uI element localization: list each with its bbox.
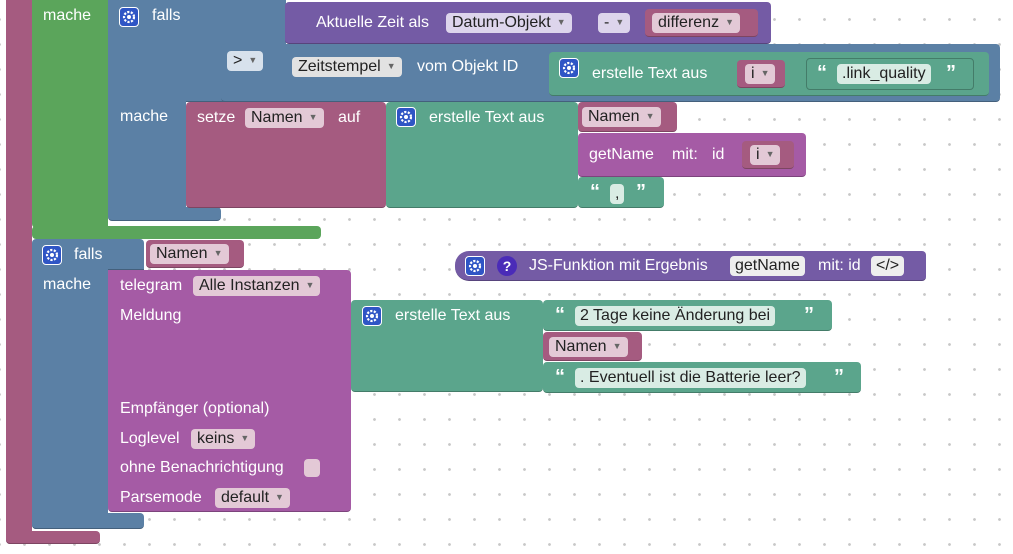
parsemode-label: Parsemode — [120, 489, 202, 506]
comma-field[interactable]: , — [610, 184, 625, 204]
differenz-dropdown[interactable]: differenz ▼ — [652, 13, 740, 33]
create-text-label-3: erstelle Text aus — [395, 307, 511, 324]
close-quote-icon: ” — [834, 366, 844, 388]
getname-label: getName — [589, 146, 654, 163]
second-mache-label: mache — [43, 276, 92, 293]
gear-icon[interactable] — [465, 256, 485, 276]
code-button[interactable]: </> — [871, 256, 905, 276]
id-label: id — [712, 146, 725, 163]
time-label: Aktuelle Zeit als — [316, 14, 429, 31]
gear-icon[interactable] — [396, 107, 416, 127]
loglevel-label: Loglevel — [120, 430, 180, 447]
empfaenger-label: Empfänger (optional) — [120, 400, 270, 417]
falls-label: falls — [152, 7, 181, 24]
create-text-label-1: erstelle Text aus — [592, 65, 708, 82]
open-quote-icon: “ — [555, 366, 565, 388]
open-quote-icon: “ — [555, 304, 565, 326]
compare-operator-dropdown[interactable]: > ▼ — [227, 51, 264, 71]
help-icon[interactable]: ? — [497, 256, 517, 276]
js-function-mit-label: mit: id — [818, 257, 861, 274]
namen-var-dropdown-3[interactable]: Namen ▼ — [549, 337, 628, 357]
mache-block-outer[interactable] — [32, 0, 108, 228]
condition-var-dropdown[interactable]: Namen ▼ — [150, 244, 229, 264]
second-falls-label: falls — [74, 246, 103, 263]
time-format-dropdown[interactable]: Datum-Objekt ▼ — [446, 13, 572, 33]
mit-label: mit: — [672, 146, 698, 163]
setze-label: setze — [197, 109, 236, 126]
text1-field[interactable]: 2 Tage keine Änderung bei — [575, 306, 776, 326]
namen-var-dropdown-2[interactable]: Namen ▼ — [582, 107, 661, 127]
mache-block-outer-bottom — [32, 226, 321, 239]
outer-mache-label: mache — [43, 7, 92, 24]
close-quote-icon: ” — [946, 62, 956, 84]
outer-loop-block[interactable] — [6, 0, 32, 544]
gear-icon[interactable] — [559, 58, 579, 78]
gear-icon[interactable] — [42, 245, 62, 265]
var-i-dropdown[interactable]: i ▼ — [745, 64, 776, 84]
parsemode-dropdown[interactable]: default ▼ — [215, 488, 290, 508]
second-if-left-rail — [32, 269, 108, 529]
instance-dropdown[interactable]: Alle Instanzen ▼ — [193, 276, 321, 296]
auf-label: auf — [338, 109, 361, 126]
outer-loop-bottom — [6, 531, 100, 544]
loglevel-dropdown[interactable]: keins ▼ — [191, 429, 256, 449]
vom-objekt-label: vom Objekt ID — [417, 58, 519, 75]
setze-var-dropdown[interactable]: Namen ▼ — [245, 108, 324, 128]
telegram-label: telegram — [120, 277, 183, 294]
create-text-label-2: erstelle Text aus — [429, 109, 545, 126]
gear-icon[interactable] — [362, 306, 382, 326]
inner-if-bottom — [108, 207, 221, 221]
ohne-benachrichtigung-label: ohne Benachrichtigung — [120, 459, 284, 476]
second-if-bottom — [32, 513, 144, 529]
open-quote-icon: “ — [817, 62, 827, 84]
js-function-name-field[interactable]: getName — [730, 256, 805, 276]
close-quote-icon: ” — [636, 181, 646, 203]
text2-field[interactable]: . Eventuell ist die Batterie leer? — [575, 368, 806, 388]
ohne-benachrichtigung-checkbox[interactable] — [304, 459, 320, 477]
zeitstempel-dropdown[interactable]: Zeitstempel ▼ — [292, 57, 402, 77]
var-i-dropdown-2[interactable]: i ▼ — [750, 145, 781, 165]
minus-operator-dropdown[interactable]: - ▼ — [598, 13, 631, 33]
meldung-label: Meldung — [120, 307, 182, 324]
close-quote-icon: ” — [804, 304, 814, 326]
js-function-label: JS-Funktion mit Ergebnis — [529, 257, 708, 274]
open-quote-icon: “ — [590, 181, 600, 203]
gear-icon[interactable] — [119, 7, 139, 27]
link-quality-field[interactable]: .link_quality — [837, 64, 931, 84]
inner-mache-label: mache — [120, 108, 169, 125]
